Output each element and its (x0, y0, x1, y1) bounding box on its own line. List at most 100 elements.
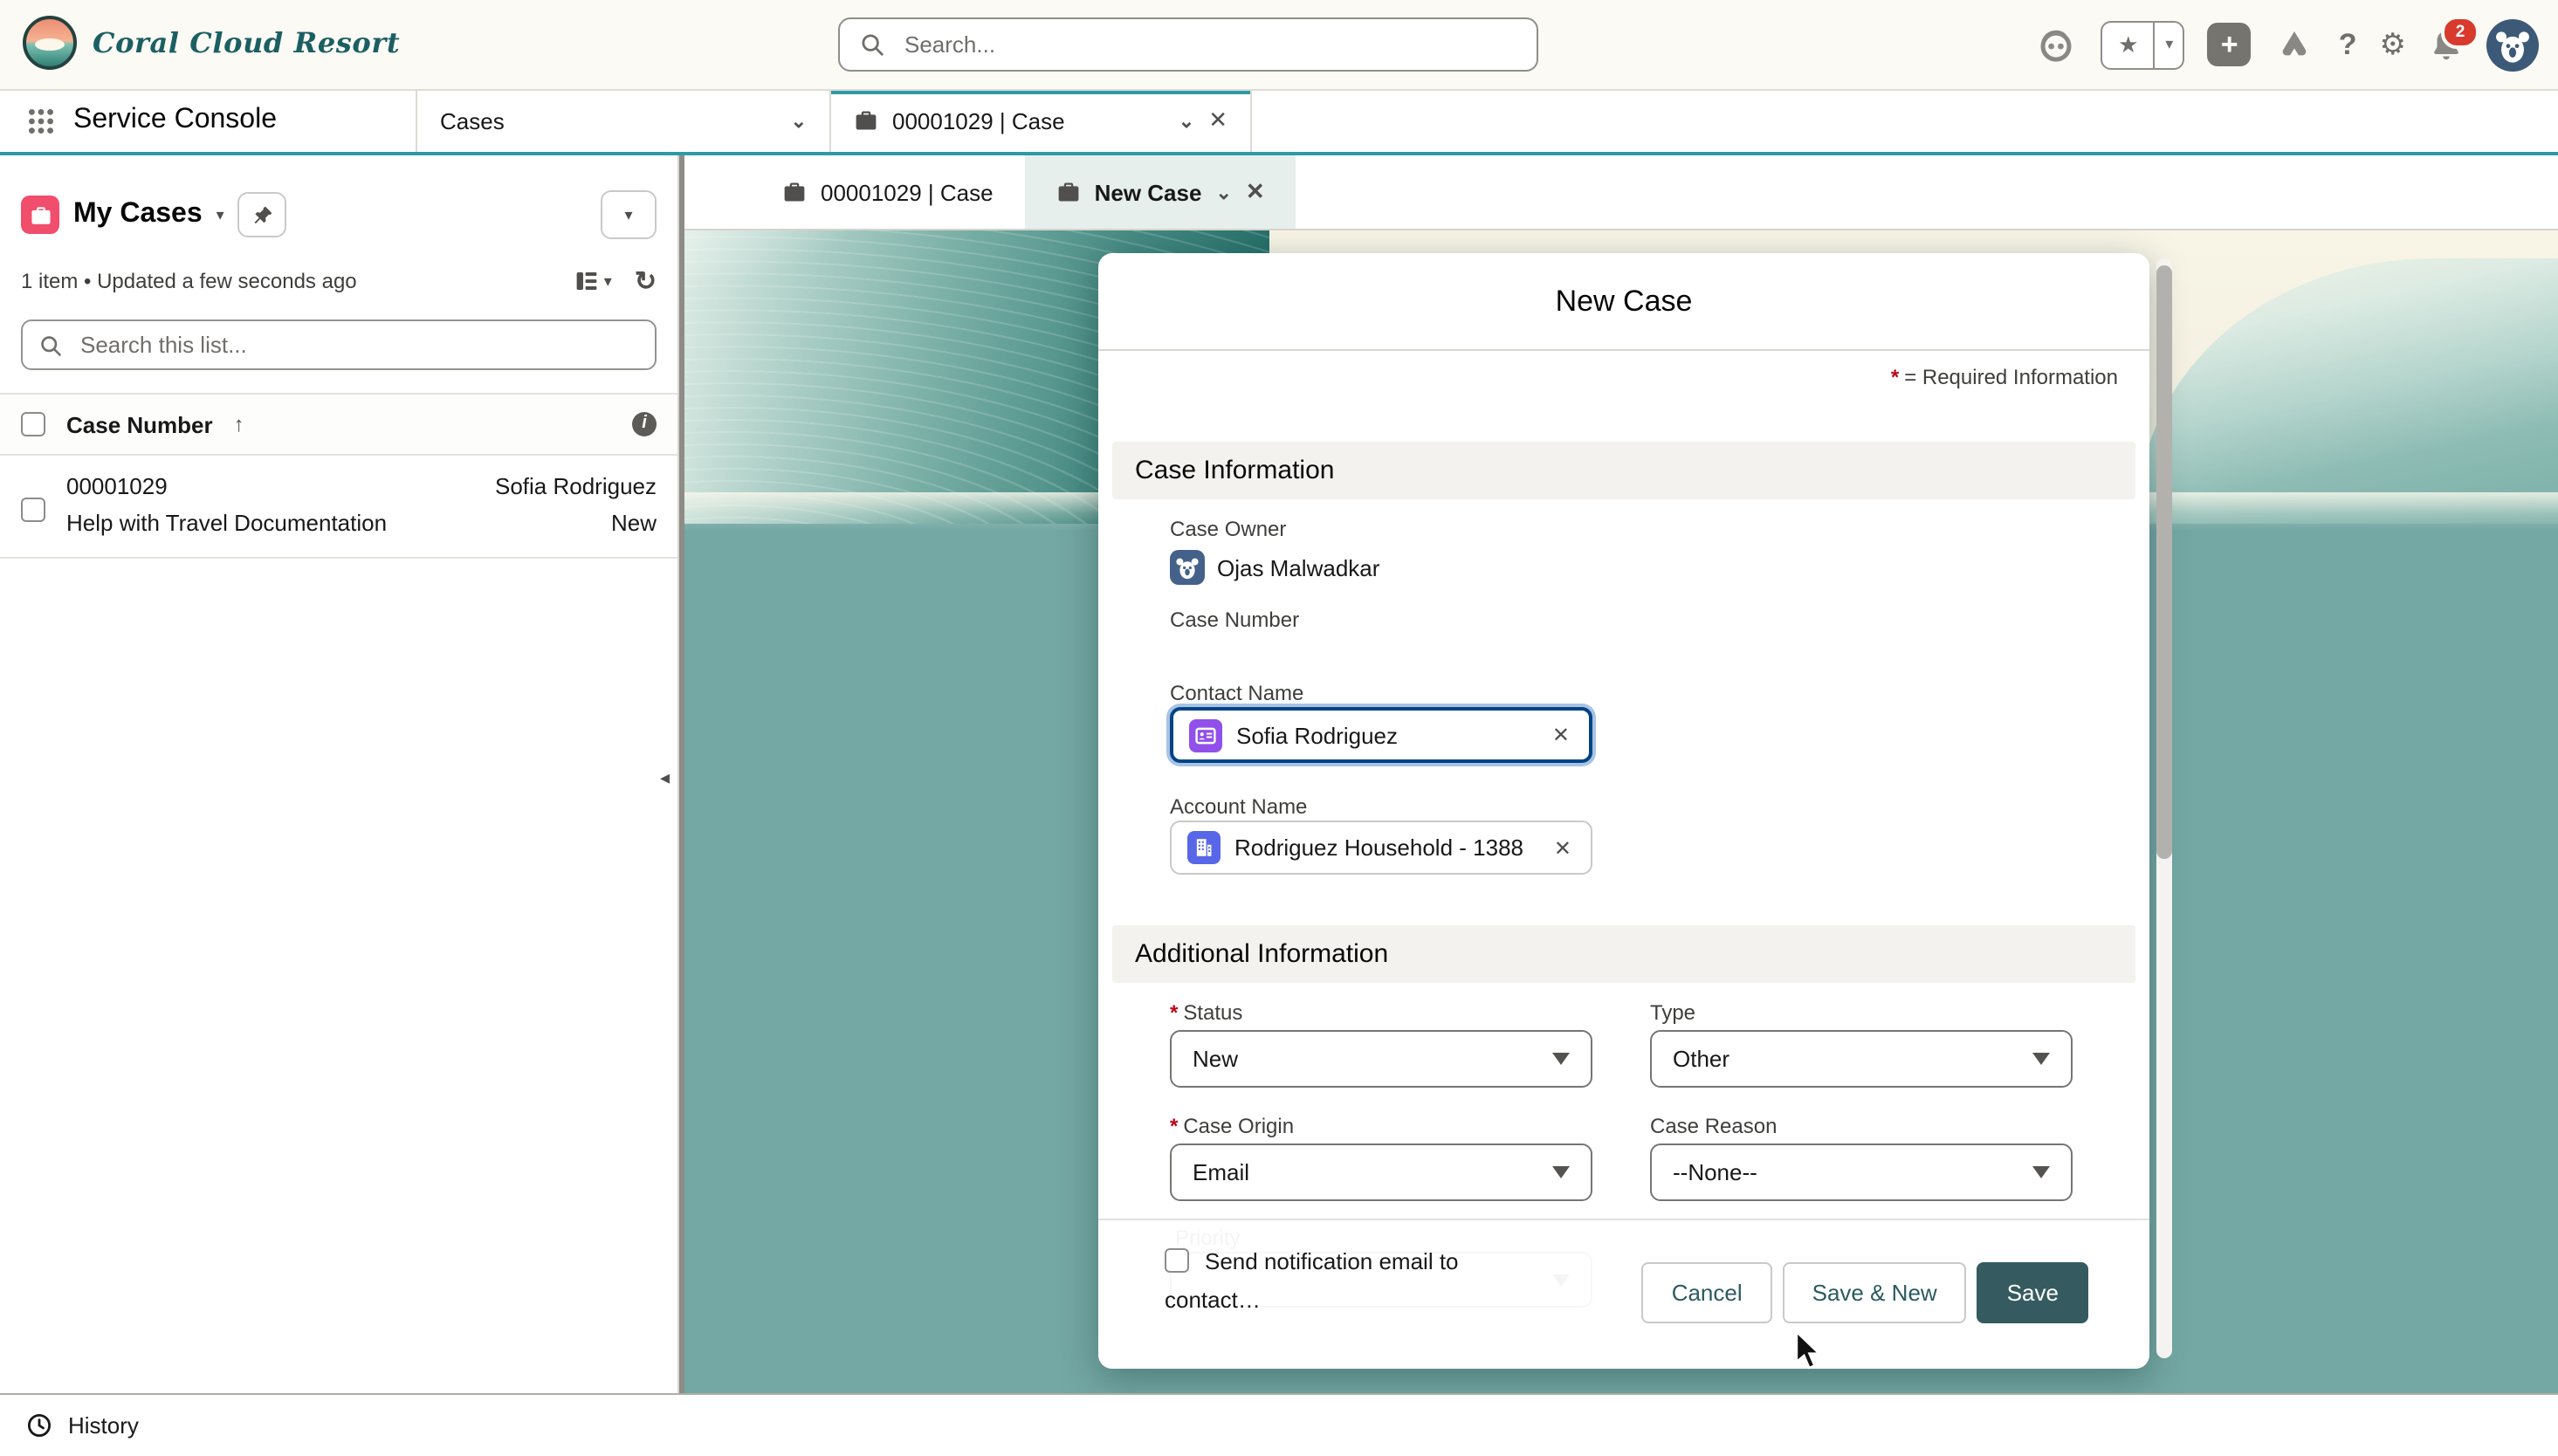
brand: Coral Cloud Resort (23, 16, 400, 70)
subtab-bar: 00001029 | Case New Case (684, 155, 2558, 230)
search-icon (859, 31, 885, 58)
main-region: 00001029 | Case New Case New Case (684, 155, 2558, 1395)
nav-item-cases[interactable]: Cases (417, 89, 829, 152)
row-status: New (495, 510, 657, 536)
user-avatar[interactable] (2486, 18, 2539, 71)
refresh-icon[interactable] (635, 265, 657, 297)
case-number-label: Case Number (1170, 608, 1299, 632)
remove-contact-icon[interactable] (1549, 723, 1573, 747)
console-navbar: Service Console Cases 00001029 | Case (0, 89, 2558, 155)
account-name-value: Rodriguez Household - 1388 (1234, 834, 1537, 861)
section-additional-information[interactable]: Additional Information (1112, 925, 2135, 983)
star-icon[interactable]: ★ (2103, 31, 2154, 58)
column-case-number[interactable]: Case Number (66, 411, 213, 437)
info-icon[interactable] (632, 412, 657, 436)
subtab-close-icon[interactable] (1246, 178, 1265, 206)
notify-contact-checkbox[interactable] (1165, 1248, 1189, 1273)
global-search[interactable] (838, 17, 1538, 72)
sort-ascending-icon[interactable] (234, 412, 244, 436)
display-as-caret-icon (604, 271, 612, 291)
save-button[interactable]: Save (1977, 1262, 2088, 1323)
select-caret-icon (2032, 1053, 2050, 1065)
list-search[interactable] (21, 319, 657, 370)
list-view-caret-icon[interactable] (217, 205, 224, 224)
case-briefcase-icon (782, 180, 807, 204)
setup-gear-icon[interactable] (2380, 27, 2407, 62)
list-column-header: Case Number (0, 393, 677, 456)
scrollbar-thumb[interactable] (2156, 265, 2172, 859)
status-select[interactable]: New (1170, 1030, 1592, 1088)
display-as-button[interactable] (574, 269, 612, 293)
history-utility-item[interactable]: History (68, 1412, 139, 1439)
mouse-cursor (1795, 1330, 1826, 1372)
subtab-caret-icon[interactable] (1215, 181, 1231, 203)
nav-item-caret-icon[interactable] (791, 109, 807, 132)
type-select[interactable]: Other (1650, 1030, 2073, 1088)
favorites-caret-icon[interactable] (2156, 35, 2183, 54)
status-label: *Status (1170, 1000, 1242, 1025)
guidance-center-icon[interactable] (2274, 24, 2316, 65)
workarea: My Cases 1 item • Updated a few seconds … (0, 155, 2558, 1395)
remove-account-icon[interactable] (1551, 835, 1575, 860)
select-caret-icon (1552, 1053, 1570, 1065)
notifications-bell-icon[interactable]: 2 (2429, 27, 2464, 62)
row-case-number[interactable]: 00001029 (66, 473, 387, 499)
tab-caret-icon[interactable] (1179, 109, 1194, 132)
display-as-icon (574, 269, 599, 293)
modal-scrollbar[interactable] (2156, 258, 2172, 1358)
my-cases-panel: My Cases 1 item • Updated a few seconds … (0, 155, 679, 1395)
select-all-checkbox[interactable] (21, 412, 45, 436)
utility-bar: History (0, 1393, 2558, 1456)
header-actions: ★ 2 (2035, 0, 2539, 89)
case-origin-label: *Case Origin (1170, 1114, 1294, 1138)
service-console-app: Coral Cloud Resort ★ 2 (0, 0, 2558, 1456)
tab-close-icon[interactable] (1208, 106, 1227, 134)
case-briefcase-icon (854, 108, 878, 133)
einstein-assistant-icon[interactable] (2035, 23, 2079, 66)
contact-name-lookup[interactable]: Sofia Rodriguez (1170, 707, 1592, 763)
menu-caret-icon (624, 205, 632, 224)
pin-icon (251, 203, 274, 226)
row-checkbox[interactable] (21, 498, 45, 522)
pin-list-button[interactable] (238, 192, 287, 237)
owner-avatar (1170, 550, 1205, 585)
list-meta: 1 item • Updated a few seconds ago (21, 269, 357, 293)
contact-name-label: Contact Name (1170, 681, 1303, 705)
notify-contact-field[interactable]: Send notification email to contact… (1165, 1243, 1514, 1320)
save-and-new-button[interactable]: Save & New (1783, 1262, 1967, 1323)
select-caret-icon (1552, 1166, 1570, 1178)
resort-logo-icon (23, 16, 77, 70)
app-name: Service Console (73, 105, 416, 136)
new-case-modal: New Case *= Required Information Case In… (1098, 253, 2149, 1369)
select-caret-icon (2032, 1166, 2050, 1178)
row-subject: Help with Travel Documentation (66, 510, 387, 536)
list-actions-menu-button[interactable] (601, 190, 657, 239)
case-list-row[interactable]: 00001029 Help with Travel Documentation … (0, 456, 677, 559)
case-reason-select[interactable]: --None-- (1650, 1144, 2073, 1201)
list-view-title: My Cases (73, 199, 203, 230)
case-object-icon (21, 196, 59, 234)
cancel-button[interactable]: Cancel (1642, 1262, 1772, 1323)
global-actions-add-icon[interactable] (2208, 23, 2252, 66)
case-origin-select[interactable]: Email (1170, 1144, 1592, 1201)
workspace-tab-case[interactable]: 00001029 | Case (831, 89, 1252, 152)
global-search-input[interactable] (901, 30, 1517, 59)
subtab-case[interactable]: 00001029 | Case (751, 155, 1025, 229)
favorites-button[interactable]: ★ (2101, 20, 2185, 69)
case-reason-label: Case Reason (1650, 1114, 1777, 1138)
list-meta-row: 1 item • Updated a few seconds ago (0, 265, 677, 297)
app-launcher-icon[interactable] (28, 107, 54, 134)
subtab-new-case[interactable]: New Case (1025, 155, 1296, 229)
section-case-information[interactable]: Case Information (1112, 442, 2135, 499)
collapse-panel-icon[interactable] (660, 766, 670, 789)
global-header: Coral Cloud Resort ★ 2 (0, 0, 2558, 91)
modal-title: New Case (1556, 284, 1693, 319)
account-name-lookup[interactable]: Rodriguez Household - 1388 (1170, 821, 1592, 875)
row-contact-name: Sofia Rodriguez (495, 473, 657, 499)
help-icon[interactable] (2339, 27, 2357, 62)
list-header: My Cases (0, 190, 677, 239)
list-search-input[interactable] (77, 330, 639, 360)
search-icon (38, 333, 63, 357)
contact-icon (1189, 718, 1222, 752)
case-briefcase-icon (1056, 180, 1081, 204)
